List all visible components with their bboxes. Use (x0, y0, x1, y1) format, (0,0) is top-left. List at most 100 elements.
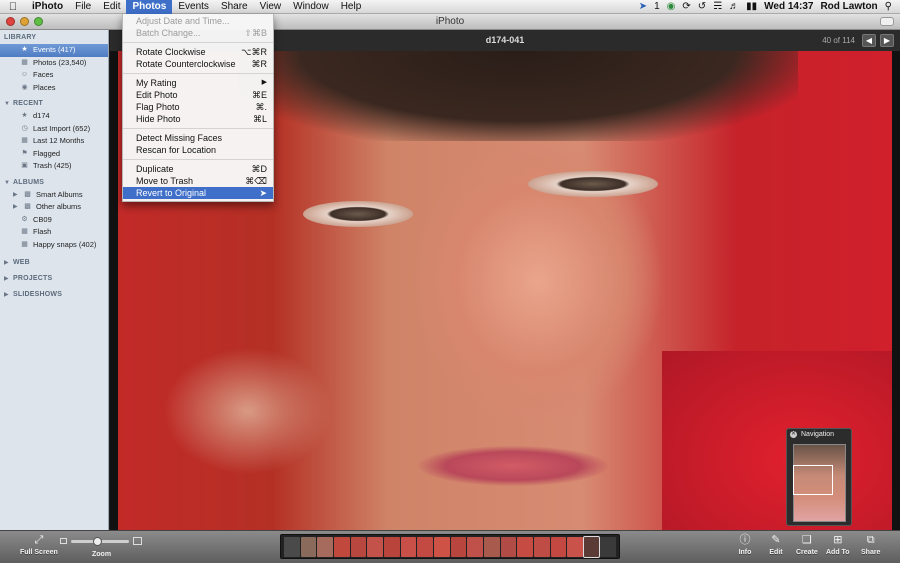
filmstrip-thumbnail[interactable] (317, 536, 333, 557)
menu-item-duplicate[interactable]: Duplicate ⌘D (123, 163, 273, 175)
filmstrip-thumbnail[interactable] (600, 536, 617, 557)
events-icon: ★ (21, 46, 28, 54)
menu-window[interactable]: Window (287, 0, 335, 14)
disclosure-triangle-icon[interactable]: ▶ (4, 257, 10, 269)
menu-item-revert-to-original[interactable]: Revert to Original ➤ (123, 187, 273, 199)
menu-item-my-rating[interactable]: My Rating ▶ (123, 77, 273, 89)
filmstrip-thumbnail[interactable] (300, 536, 317, 557)
sidebar-item-events[interactable]: ★ Events (417) (0, 44, 108, 57)
sidebar-item-trash[interactable]: ▣ Trash (425) (0, 160, 108, 173)
sidebar-item-places[interactable]: ◉ Places (0, 82, 108, 95)
sidebar-item-cb09[interactable]: ⚙ CB09 (0, 214, 108, 227)
menu-events[interactable]: Events (172, 0, 215, 14)
previous-photo-button[interactable]: ◀ (862, 34, 876, 47)
sidebar-item-photos[interactable]: ▦ Photos (23,540) (0, 57, 108, 70)
disclosure-triangle-icon[interactable]: ▶ (13, 189, 19, 202)
disclosure-triangle-icon[interactable]: ▼ (4, 98, 10, 110)
menu-item-move-to-trash[interactable]: Move to Trash ⌘⌫ (123, 175, 273, 187)
edit-label: Edit (769, 549, 783, 556)
menu-photos[interactable]: Photos (126, 0, 173, 14)
apple-menu-icon[interactable]:  (0, 1, 26, 13)
zoom-slider[interactable] (71, 536, 129, 546)
filmstrip-thumbnail[interactable] (467, 536, 483, 557)
menu-item-edit-photo[interactable]: Edit Photo ⌘E (123, 89, 273, 101)
menu-edit[interactable]: Edit (97, 0, 126, 14)
filmstrip-thumbnail[interactable] (284, 536, 300, 557)
sidebar-item-flash[interactable]: ▦ Flash (0, 226, 108, 239)
filmstrip-thumbnail[interactable] (550, 536, 567, 557)
full-screen-button[interactable]: ⤢ Full Screen (20, 533, 58, 556)
filmstrip-thumbnail[interactable] (333, 536, 350, 557)
menu-share[interactable]: Share (215, 0, 254, 14)
navigation-panel[interactable]: ✕ Navigation (786, 428, 852, 526)
user-name[interactable]: Rod Lawton (820, 1, 877, 12)
zoom-out-icon[interactable] (60, 538, 67, 544)
close-window-button[interactable] (6, 17, 15, 26)
web-header[interactable]: ▶ WEB (0, 257, 108, 269)
menu-item-rotate-counterclockwise[interactable]: Rotate Counterclockwise ⌘R (123, 58, 273, 70)
next-photo-button[interactable]: ▶ (880, 34, 894, 47)
navigation-viewport-frame[interactable] (793, 465, 833, 495)
sidebar-item-last-12-months[interactable]: ▦ Last 12 Months (0, 135, 108, 148)
recent-header[interactable]: ▼ RECENT (0, 98, 108, 110)
filmstrip-thumbnail[interactable] (417, 536, 433, 557)
clock[interactable]: Wed 14:37 (764, 1, 813, 12)
spotlight-icon[interactable]: ⚲ (885, 1, 892, 12)
menu-app[interactable]: iPhoto (26, 0, 69, 14)
menu-file[interactable]: File (69, 0, 97, 14)
filmstrip-thumbnail[interactable] (367, 536, 383, 557)
sync-icon[interactable]: ◉ (667, 1, 676, 12)
disclosure-triangle-icon[interactable]: ▶ (4, 273, 10, 285)
time-machine-icon[interactable]: ↺ (698, 1, 706, 12)
disclosure-triangle-icon[interactable]: ▶ (13, 201, 19, 214)
wifi-icon[interactable]: ☴ (713, 1, 722, 12)
disclosure-triangle-icon[interactable]: ▶ (4, 289, 10, 301)
sidebar-item-flagged[interactable]: ⚑ Flagged (0, 148, 108, 161)
sidebar-item-smart-albums[interactable]: ▶ ▩ Smart Albums (0, 189, 108, 202)
refresh-icon[interactable]: ⟳ (682, 1, 690, 12)
filmstrip-thumbnail-selected[interactable] (582, 535, 601, 558)
menu-item-hide-photo[interactable]: Hide Photo ⌘L (123, 113, 273, 125)
filmstrip[interactable] (280, 534, 620, 559)
edit-button[interactable]: ✎ Edit (769, 533, 783, 556)
slideshows-header[interactable]: ▶ SLIDESHOWS (0, 289, 108, 301)
disclosure-triangle-icon[interactable]: ▼ (4, 177, 10, 189)
menu-item-rescan-location[interactable]: Rescan for Location (123, 144, 273, 156)
volume-icon[interactable]: ♬ (729, 1, 739, 12)
add-to-button[interactable]: ⊞ Add To (826, 533, 850, 556)
filmstrip-thumbnail[interactable] (400, 536, 417, 557)
sidebar-item-last-import[interactable]: ◷ Last Import (652) (0, 123, 108, 136)
sidebar-item-d174[interactable]: ★ d174 (0, 110, 108, 123)
sidebar-item-other-albums[interactable]: ▶ ▩ Other albums (0, 201, 108, 214)
zoom-window-button[interactable] (34, 17, 43, 26)
filmstrip-thumbnail[interactable] (500, 536, 517, 557)
minimize-window-button[interactable] (20, 17, 29, 26)
filmstrip-thumbnail[interactable] (517, 536, 533, 557)
zoom-in-icon[interactable] (133, 537, 142, 545)
share-button[interactable]: ⧉ Share (861, 533, 880, 556)
albums-header[interactable]: ▼ ALBUMS (0, 177, 108, 189)
projects-header[interactable]: ▶ PROJECTS (0, 273, 108, 285)
info-button[interactable]: ⓘ Info (738, 533, 752, 556)
close-icon[interactable]: ✕ (790, 431, 797, 438)
sidebar-item-faces[interactable]: ☺ Faces (0, 69, 108, 82)
create-button[interactable]: ❑ Create (796, 533, 818, 556)
zoom-slider-knob[interactable] (93, 536, 102, 546)
menu-item-detect-missing-faces[interactable]: Detect Missing Faces (123, 132, 273, 144)
filmstrip-thumbnail[interactable] (483, 536, 500, 557)
filmstrip-thumbnail[interactable] (450, 536, 467, 557)
menu-item-flag-photo[interactable]: Flag Photo ⌘. (123, 101, 273, 113)
filmstrip-thumbnail[interactable] (433, 536, 450, 557)
menu-item-rotate-clockwise[interactable]: Rotate Clockwise ⌥⌘R (123, 46, 273, 58)
menu-view[interactable]: View (254, 0, 288, 14)
filmstrip-thumbnail[interactable] (383, 536, 400, 557)
filmstrip-thumbnail[interactable] (567, 536, 583, 557)
toolbar-toggle-button[interactable] (880, 17, 894, 26)
filmstrip-thumbnail[interactable] (350, 536, 367, 557)
sidebar-item-happy-snaps[interactable]: ▦ Happy snaps (402) (0, 239, 108, 252)
filmstrip-thumbnail[interactable] (533, 536, 550, 557)
album-icon: ▦ (21, 240, 28, 248)
menu-help[interactable]: Help (335, 0, 368, 14)
battery-icon[interactable]: ▮▮ (746, 1, 757, 12)
notification-icon[interactable]: ➤ (639, 1, 647, 12)
